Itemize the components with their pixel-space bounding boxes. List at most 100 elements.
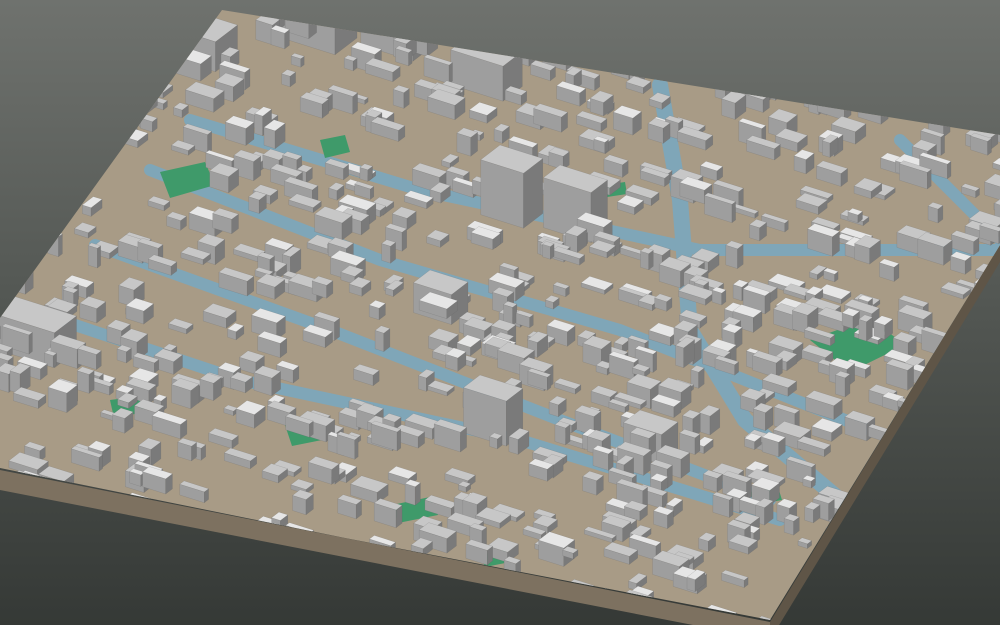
- building: [556, 0, 579, 4]
- building: [743, 16, 759, 32]
- building: [953, 456, 982, 475]
- building: [812, 590, 846, 611]
- building: [374, 325, 391, 353]
- building: [116, 344, 132, 364]
- building: [125, 18, 151, 35]
- building: [904, 490, 933, 508]
- building: [989, 47, 1000, 75]
- building: [361, 10, 378, 35]
- building: [802, 475, 816, 489]
- building: [47, 36, 76, 66]
- building: [481, 40, 505, 55]
- building: [783, 10, 817, 32]
- building: [60, 148, 90, 169]
- building: [432, 10, 455, 16]
- building: [805, 592, 824, 608]
- building: [392, 84, 410, 109]
- building: [317, 10, 351, 26]
- building: [187, 611, 207, 620]
- building: [965, 537, 983, 552]
- building: [152, 524, 172, 552]
- building: [684, 0, 716, 6]
- building: [864, 589, 891, 614]
- building: [639, 247, 654, 271]
- building: [960, 423, 977, 446]
- building: [171, 377, 200, 410]
- building: [863, 568, 895, 590]
- building: [465, 10, 484, 27]
- building: [834, 10, 858, 14]
- building: [7, 255, 32, 275]
- building: [479, 10, 514, 36]
- building: [413, 588, 437, 610]
- building: [211, 591, 249, 620]
- building: [498, 10, 526, 38]
- building: [822, 56, 850, 87]
- building: [772, 51, 799, 81]
- building: [254, 10, 288, 13]
- building: [467, 13, 489, 34]
- building: [748, 219, 768, 242]
- building: [931, 411, 961, 444]
- building: [583, 19, 603, 41]
- building: [0, 67, 10, 85]
- building: [52, 10, 79, 15]
- building: [191, 548, 212, 578]
- building: [948, 421, 967, 442]
- building: [838, 542, 862, 565]
- building: [588, 46, 607, 64]
- building: [0, 262, 34, 295]
- building: [15, 167, 34, 184]
- building: [4, 71, 19, 84]
- building: [939, 0, 955, 1]
- building: [968, 571, 1000, 599]
- building: [582, 470, 604, 496]
- building: [24, 35, 49, 61]
- building: [542, 241, 555, 260]
- building: [807, 39, 843, 72]
- building: [532, 611, 565, 620]
- building: [2, 251, 22, 266]
- building: [253, 365, 282, 397]
- building: [98, 517, 131, 534]
- building: [936, 85, 969, 110]
- building: [197, 0, 212, 8]
- building: [857, 570, 879, 597]
- building: [50, 566, 81, 596]
- building: [921, 521, 952, 550]
- building: [80, 10, 111, 25]
- building: [86, 123, 112, 144]
- building: [774, 29, 799, 52]
- building: [512, 599, 547, 620]
- building: [0, 162, 35, 196]
- building: [0, 586, 8, 616]
- building: [909, 23, 941, 43]
- building: [382, 591, 404, 613]
- building: [868, 478, 903, 512]
- building: [53, 580, 83, 606]
- building: [960, 66, 982, 85]
- building: [129, 468, 146, 487]
- building: [65, 574, 93, 604]
- building: [647, 117, 671, 144]
- map-viewport[interactable]: [0, 0, 1000, 625]
- building: [0, 519, 16, 553]
- building: [108, 56, 129, 74]
- building: [604, 21, 625, 42]
- building: [23, 154, 52, 178]
- building: [929, 35, 945, 62]
- building: [853, 79, 892, 104]
- building: [827, 594, 859, 615]
- building: [851, 547, 869, 571]
- building: [157, 603, 192, 620]
- building: [780, 17, 812, 43]
- building: [376, 10, 410, 20]
- building: [140, 520, 175, 548]
- building: [281, 69, 297, 88]
- building: [34, 10, 57, 16]
- building: [946, 581, 969, 609]
- building: [261, 568, 280, 583]
- building: [244, 583, 261, 610]
- building: [0, 120, 10, 149]
- building: [969, 10, 1000, 24]
